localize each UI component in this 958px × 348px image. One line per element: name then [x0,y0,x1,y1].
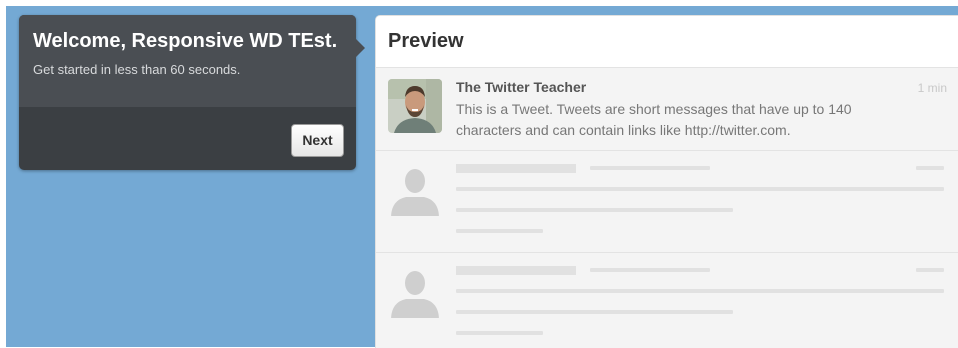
placeholder-text-line [456,289,944,293]
welcome-title: Welcome, Responsive WD TEst. [33,30,338,52]
placeholder-name-bar [456,266,576,275]
default-user-icon [388,264,442,318]
tweet-text: This is a Tweet. Tweets are short messag… [456,101,852,138]
author-avatar[interactable] [388,79,442,133]
default-avatar [388,162,442,216]
placeholder-tweet [376,151,958,253]
page: Welcome, Responsive WD TEst. Get started… [0,0,958,348]
next-button[interactable]: Next [291,124,344,157]
placeholder-name-bar [456,164,576,173]
placeholder-time-bar [916,166,944,170]
tweet-timestamp[interactable]: 1 min [918,81,947,95]
preview-panel: Preview The Twitter Teacher 1 min This i… [375,15,958,348]
placeholder-text-line [456,208,733,212]
default-user-icon [388,162,442,216]
placeholder-time-bar [916,268,944,272]
placeholder-tweet [376,253,958,348]
welcome-subtitle: Get started in less than 60 seconds. [33,62,241,77]
placeholder-handle-bar [590,166,710,170]
welcome-pointer-arrow [356,39,365,57]
preview-title: Preview [388,30,464,52]
placeholder-text-line [456,187,944,191]
welcome-card-header [19,15,356,107]
avatar-photo-icon [388,79,442,133]
default-avatar [388,264,442,318]
tweet-item[interactable]: The Twitter Teacher 1 min This is a Twee… [376,68,958,151]
tweet-author[interactable]: The Twitter Teacher [456,79,586,95]
welcome-card: Welcome, Responsive WD TEst. Get started… [19,15,365,170]
placeholder-handle-bar [590,268,710,272]
placeholder-text-line [456,331,543,335]
placeholder-text-line [456,310,733,314]
preview-header: Preview [376,16,958,68]
placeholder-text-line [456,229,543,233]
